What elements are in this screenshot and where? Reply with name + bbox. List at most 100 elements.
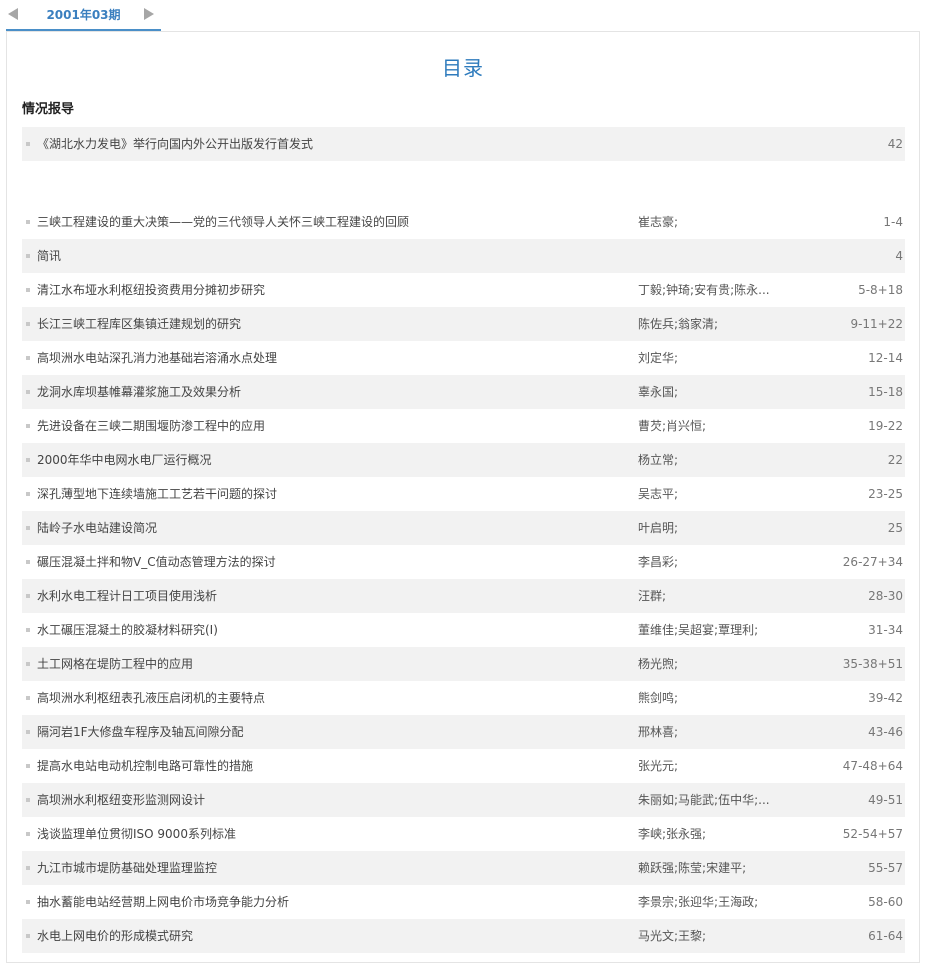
article-authors: 叶启明; xyxy=(638,521,679,535)
bullet-icon xyxy=(26,628,30,632)
bullet-icon xyxy=(26,390,30,394)
bullet-icon xyxy=(26,832,30,836)
article-pages: 5-8+18 xyxy=(858,283,903,297)
article-title[interactable]: 土工网格在堤防工程中的应用 xyxy=(37,647,193,681)
issue-tab-bar: 2001年03期 xyxy=(0,0,933,31)
article-row[interactable]: 高坝洲水利枢纽表孔液压启闭机的主要特点 熊剑鸣; 39-42 xyxy=(22,681,905,715)
article-authors: 邢林喜; xyxy=(638,725,679,739)
article-authors: 辜永国; xyxy=(638,385,679,399)
article-row[interactable]: 高坝洲水电站深孔消力池基础岩溶涌水点处理 刘定华; 12-14 xyxy=(22,341,905,375)
article-row[interactable]: 隔河岩1F大修盘车程序及轴瓦间隙分配 邢林喜; 43-46 xyxy=(22,715,905,749)
article-row[interactable]: 九江市城市堤防基础处理监理监控 赖跃强;陈莹;宋建平; 55-57 xyxy=(22,851,905,885)
article-pages: 4 xyxy=(895,249,903,263)
article-authors: 吴志平; xyxy=(638,487,679,501)
issue-tab[interactable]: 2001年03期 xyxy=(6,0,161,31)
article-row[interactable]: 龙洞水库坝基帷幕灌浆施工及效果分析 辜永国; 15-18 xyxy=(22,375,905,409)
article-row[interactable]: 水电上网电价的形成模式研究 马光文;王黎; 61-64 xyxy=(22,919,905,953)
article-row[interactable]: 长江三峡工程库区集镇迁建规划的研究 陈佐兵;翁家清; 9-11+22 xyxy=(22,307,905,341)
article-title[interactable]: 高坝洲水利枢纽表孔液压启闭机的主要特点 xyxy=(37,681,265,715)
article-pages: 52-54+57 xyxy=(842,827,903,841)
article-row[interactable]: 2000年华中电网水电厂运行概况 杨立常; 22 xyxy=(22,443,905,477)
bullet-icon xyxy=(26,322,30,326)
article-title[interactable]: 先进设备在三峡二期围堰防渗工程中的应用 xyxy=(37,409,265,443)
article-row[interactable]: 先进设备在三峡二期围堰防渗工程中的应用 曹芡;肖兴恒; 19-22 xyxy=(22,409,905,443)
article-title[interactable]: 水利水电工程计日工项目使用浅析 xyxy=(37,579,217,613)
article-row[interactable]: 高坝洲水利枢纽变形监测网设计 朱丽如;马能武;伍中华;... 49-51 xyxy=(22,783,905,817)
article-pages: 49-51 xyxy=(868,793,903,807)
article-title[interactable]: 龙洞水库坝基帷幕灌浆施工及效果分析 xyxy=(37,375,241,409)
bullet-icon xyxy=(26,764,30,768)
article-title[interactable]: 2000年华中电网水电厂运行概况 xyxy=(37,443,212,477)
article-row[interactable]: 土工网格在堤防工程中的应用 杨光煦; 35-38+51 xyxy=(22,647,905,681)
bullet-icon xyxy=(26,254,30,258)
bullet-icon xyxy=(26,288,30,292)
article-row[interactable]: 提高水电站电动机控制电路可靠性的措施 张光元; 47-48+64 xyxy=(22,749,905,783)
article-title[interactable]: 水工碾压混凝土的胶凝材料研究(Ⅰ) xyxy=(37,613,218,647)
article-row[interactable]: 浅谈监理单位贯彻ISO 9000系列标准 李峡;张永强; 52-54+57 xyxy=(22,817,905,851)
article-title[interactable]: 深孔薄型地下连续墙施工工艺若干问题的探讨 xyxy=(37,477,277,511)
article-title[interactable]: 高坝洲水电站深孔消力池基础岩溶涌水点处理 xyxy=(37,341,277,375)
article-row[interactable]: 水工碾压混凝土的胶凝材料研究(Ⅰ) 董维佳;吴超宴;覃理利; 31-34 xyxy=(22,613,905,647)
article-authors: 曹芡;肖兴恒; xyxy=(638,419,707,433)
article-title[interactable]: 提高水电站电动机控制电路可靠性的措施 xyxy=(37,749,253,783)
article-row[interactable]: 简讯 4 xyxy=(22,239,905,273)
article-pages: 47-48+64 xyxy=(842,759,903,773)
article-title[interactable]: 简讯 xyxy=(37,239,61,273)
article-pages: 43-46 xyxy=(868,725,903,739)
article-title[interactable]: 清江水布垭水利枢纽投资费用分摊初步研究 xyxy=(37,273,265,307)
article-authors: 陈佐兵;翁家清; xyxy=(638,317,719,331)
article-row[interactable]: 水利水电工程计日工项目使用浅析 汪群; 28-30 xyxy=(22,579,905,613)
article-authors: 李昌彩; xyxy=(638,555,679,569)
article-authors: 朱丽如;马能武;伍中华;... xyxy=(638,793,770,807)
article-title[interactable]: 碾压混凝土拌和物V_C值动态管理方法的探讨 xyxy=(37,545,276,579)
bullet-icon xyxy=(26,526,30,530)
article-pages: 19-22 xyxy=(868,419,903,433)
bullet-icon xyxy=(26,492,30,496)
article-title[interactable]: 浅谈监理单位贯彻ISO 9000系列标准 xyxy=(37,817,236,851)
article-title[interactable]: 抽水蓄能电站经营期上网电价市场竞争能力分析 xyxy=(37,885,289,919)
article-authors: 丁毅;钟琦;安有贵;陈永... xyxy=(638,283,770,297)
article-authors: 赖跃强;陈莹;宋建平; xyxy=(638,861,747,875)
article-authors: 董维佳;吴超宴;覃理利; xyxy=(638,623,759,637)
bullet-icon xyxy=(26,458,30,462)
article-authors: 刘定华; xyxy=(638,351,679,365)
article-authors: 马光文;王黎; xyxy=(638,929,707,943)
article-pages: 31-34 xyxy=(868,623,903,637)
toc-title: 目录 xyxy=(442,56,484,80)
article-pages: 35-38+51 xyxy=(842,657,903,671)
article-row[interactable]: 三峡工程建设的重大决策——党的三代领导人关怀三峡工程建设的回顾 崔志豪; 1-4 xyxy=(22,205,905,239)
article-row[interactable]: 陆岭子水电站建设简况 叶启明; 25 xyxy=(22,511,905,545)
article-pages: 55-57 xyxy=(868,861,903,875)
article-pages: 58-60 xyxy=(868,895,903,909)
article-row[interactable]: 抽水蓄能电站经营期上网电价市场竞争能力分析 李景宗;张迎华;王海政; 58-60 xyxy=(22,885,905,919)
article-title[interactable]: 三峡工程建设的重大决策——党的三代领导人关怀三峡工程建设的回顾 xyxy=(37,205,409,239)
article-title[interactable]: 九江市城市堤防基础处理监理监控 xyxy=(37,851,217,885)
article-authors: 熊剑鸣; xyxy=(638,691,679,705)
article-pages: 28-30 xyxy=(868,589,903,603)
article-title[interactable]: 隔河岩1F大修盘车程序及轴瓦间隙分配 xyxy=(37,715,244,749)
article-pages: 39-42 xyxy=(868,691,903,705)
article-authors: 李景宗;张迎华;王海政; xyxy=(638,895,759,909)
bullet-icon xyxy=(26,730,30,734)
featured-article-row[interactable]: 《湖北水力发电》举行向国内外公开出版发行首发式 42 xyxy=(22,127,905,161)
article-pages: 26-27+34 xyxy=(842,555,903,569)
article-title[interactable]: 陆岭子水电站建设简况 xyxy=(37,511,157,545)
bullet-icon xyxy=(26,900,30,904)
article-row[interactable]: 深孔薄型地下连续墙施工工艺若干问题的探讨 吴志平; 23-25 xyxy=(22,477,905,511)
article-title[interactable]: 水电上网电价的形成模式研究 xyxy=(37,919,193,953)
article-row[interactable]: 清江水布垭水利枢纽投资费用分摊初步研究 丁毅;钟琦;安有贵;陈永... 5-8+18 xyxy=(22,273,905,307)
article-row[interactable]: 碾压混凝土拌和物V_C值动态管理方法的探讨 李昌彩; 26-27+34 xyxy=(22,545,905,579)
bullet-icon xyxy=(26,934,30,938)
bullet-icon xyxy=(26,356,30,360)
article-title[interactable]: 高坝洲水利枢纽变形监测网设计 xyxy=(37,783,205,817)
article-pages: 12-14 xyxy=(868,351,903,365)
article-pages: 22 xyxy=(887,453,903,467)
article-title[interactable]: 长江三峡工程库区集镇迁建规划的研究 xyxy=(37,307,241,341)
bullet-icon xyxy=(26,798,30,802)
section-title: 情况报导 xyxy=(22,102,75,117)
bullet-icon xyxy=(26,220,30,224)
next-issue-arrow-icon[interactable] xyxy=(143,7,157,23)
article-authors: 杨光煦; xyxy=(638,657,679,671)
bullet-icon xyxy=(26,866,30,870)
article-title[interactable]: 《湖北水力发电》举行向国内外公开出版发行首发式 xyxy=(37,127,313,161)
